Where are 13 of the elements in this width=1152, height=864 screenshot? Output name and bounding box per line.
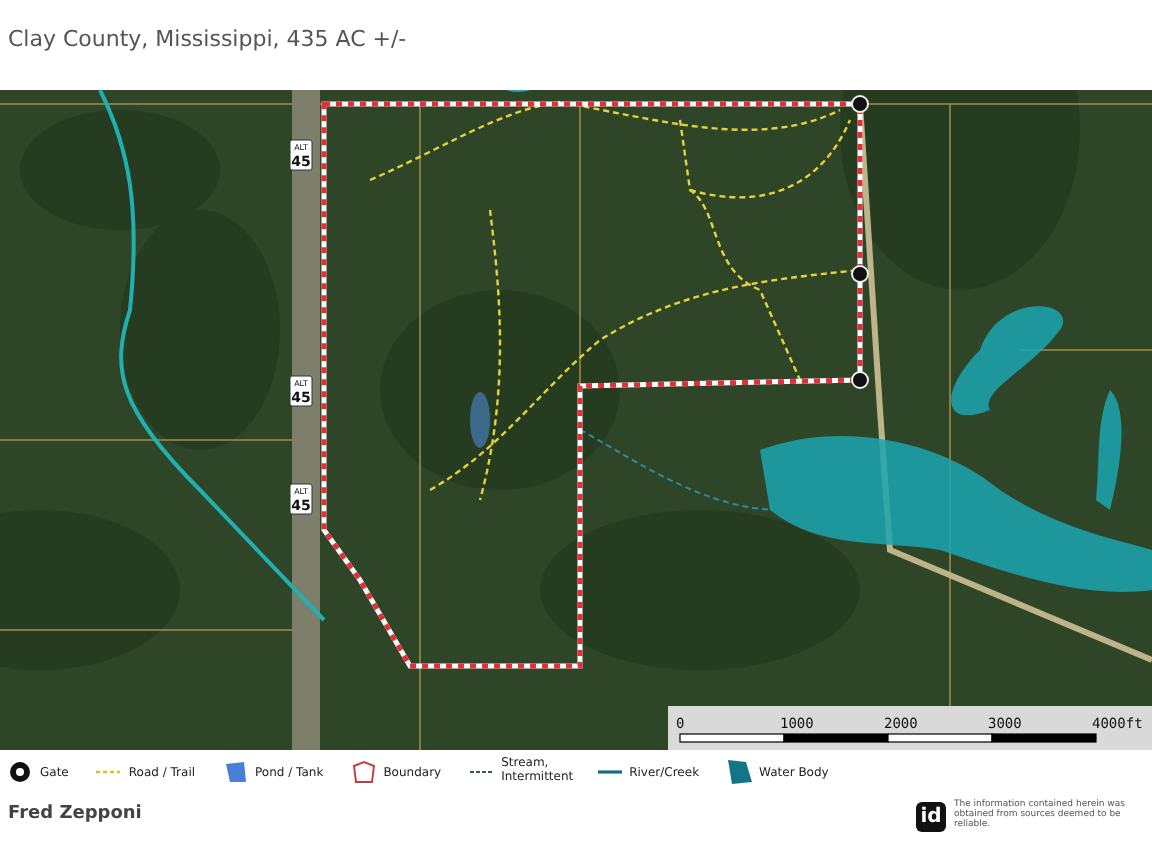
pond: [470, 392, 490, 448]
water-body: [1096, 390, 1122, 510]
gate-icon: [851, 95, 869, 113]
water-body: [951, 306, 1063, 416]
gate-icon: [8, 760, 32, 784]
gate-icon: [851, 265, 869, 283]
gate-icon: [851, 371, 869, 389]
map-subtitle: Clay County, Mississippi, 435 AC +/-: [8, 24, 409, 56]
boundary-icon: [351, 760, 376, 784]
pond-icon: [223, 760, 248, 784]
water-body-icon: [727, 760, 752, 784]
company-logo: id: [916, 802, 946, 832]
agent-name: Fred Zepponi: [8, 802, 142, 828]
